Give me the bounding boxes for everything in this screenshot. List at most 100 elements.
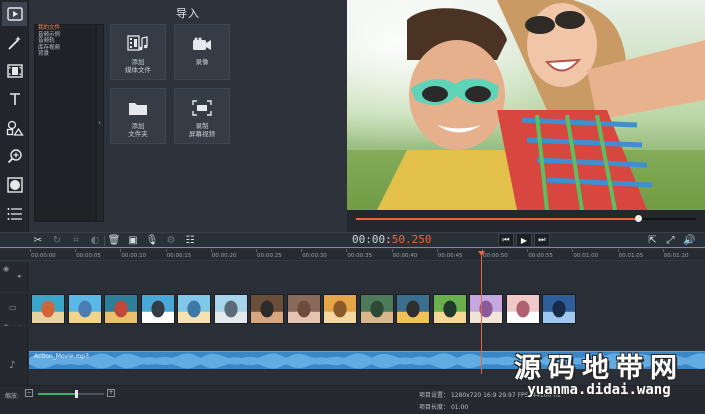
next-button[interactable]: ⏭ <box>534 233 550 247</box>
add-folder-button[interactable]: 添加 文件夹 <box>110 88 166 144</box>
video-clip-thumbnail[interactable] <box>140 294 175 324</box>
fullscreen-icon: ⤢ <box>666 234 675 246</box>
titles-tool-button[interactable] <box>2 87 27 111</box>
zoom-slider-fill <box>38 393 77 395</box>
timecode-display: 00:00:50.250 <box>352 232 432 248</box>
preview-seek-bar[interactable] <box>356 215 696 222</box>
color-icon: ◐ <box>90 235 100 246</box>
video-clip-thumbnail[interactable] <box>359 294 394 324</box>
ruler-tick-label: 00:01:00 <box>573 253 599 259</box>
preview-controls-panel <box>347 210 705 232</box>
crop-button[interactable]: ⌗ <box>69 234 83 247</box>
playhead-line[interactable] <box>481 252 482 374</box>
prev-icon: ⏮ <box>502 235 510 244</box>
video-clip-thumbnail[interactable] <box>177 294 211 324</box>
video-clip-thumbnail[interactable] <box>469 294 503 324</box>
video-clip-thumbnail[interactable] <box>432 294 467 324</box>
ruler-tick-line <box>572 249 574 252</box>
zoom-slider-knob[interactable] <box>75 390 79 398</box>
ruler-tick-label: 00:00:00 <box>31 253 56 259</box>
timeline-ruler[interactable]: 00:00:00 00:00:05 00:00:10 00:00:15 00:00:20… <box>0 249 705 261</box>
video-clip-thumbnail[interactable] <box>505 294 540 324</box>
import-panel: 导入 我的文件 音频示例 音频轨 库存视频 背景 ‹ 添加 媒体文件 录像 添加文… <box>29 0 347 232</box>
ruler-tick-label: 00:00:10 <box>121 253 147 259</box>
record-label: 录像 <box>195 58 209 66</box>
ruler-tick-line <box>346 249 348 252</box>
image-icon: ▣ <box>128 235 138 246</box>
zoom-label: 缩放: <box>5 393 20 400</box>
record-audio-button[interactable]: 🎙 <box>145 234 159 247</box>
import-tool-button[interactable] <box>2 2 27 26</box>
volume-small-icon[interactable]: ◂ <box>17 272 21 280</box>
clip-settings-button[interactable]: ⚙ <box>164 234 178 247</box>
color-adjust-button[interactable]: ◐ <box>88 234 102 247</box>
video-track[interactable] <box>29 293 705 325</box>
import-title: 导入 <box>176 7 200 20</box>
category-item-backgrounds[interactable]: 背景 <box>35 51 95 58</box>
video-clip-thumbnail[interactable] <box>286 294 321 324</box>
export-button[interactable]: ⇱ <box>646 233 659 247</box>
audio-clip-label: Action_Movie.mp3 <box>34 353 89 360</box>
delete-button[interactable]: 🗑 <box>107 234 121 247</box>
image-properties-button[interactable]: ▣ <box>126 234 140 247</box>
audio-track-header: ♪ <box>0 326 28 385</box>
export-icon: ⇱ <box>648 234 657 246</box>
video-clip-thumbnail[interactable] <box>250 294 284 324</box>
seek-knob[interactable] <box>635 215 643 222</box>
ruler-tick-label: 00:00:50 <box>483 253 508 259</box>
watermark-chinese: 源码地带网 <box>514 353 684 384</box>
video-clip-thumbnail[interactable] <box>542 294 576 324</box>
split-button[interactable]: ✂ <box>31 234 45 247</box>
mic-icon: 🎙 <box>145 235 159 246</box>
add-media-files-button[interactable]: 添加 媒体文件 <box>110 24 166 80</box>
watermark-url: yuanma.didai.wang <box>527 382 671 398</box>
video-clip-thumbnail[interactable] <box>104 294 138 324</box>
stabilize-icon <box>6 177 23 193</box>
effects-tool-button[interactable] <box>2 31 27 55</box>
ruler-tick-label: 00:00:40 <box>392 253 418 259</box>
next-icon: ⏭ <box>538 235 546 244</box>
ruler-tick-line <box>436 249 438 252</box>
zoom-out-button[interactable]: − <box>25 389 33 397</box>
record-screen-button[interactable]: 录制 屏幕视频 <box>174 88 230 144</box>
stabilize-tool-button[interactable] <box>2 173 27 197</box>
previous-button[interactable]: ⏮ <box>498 233 514 247</box>
ruler-tick-label: 00:00:45 <box>437 253 463 259</box>
video-clip-thumbnail[interactable] <box>396 294 430 324</box>
eye-icon[interactable]: ◉ <box>3 265 9 273</box>
volume-button[interactable]: 🔊 <box>683 233 696 247</box>
add-media-label-1: 添加 <box>131 58 145 66</box>
music-note-icon: ♪ <box>9 360 16 371</box>
screen-capture-icon <box>192 97 212 119</box>
volume-icon: 🔊 <box>683 234 696 246</box>
record-screen-label-2: 屏幕视频 <box>189 130 215 138</box>
play-button[interactable]: ▶ <box>516 233 532 247</box>
fullscreen-button[interactable]: ⤢ <box>664 233 677 247</box>
ruler-tick-label: 00:00:25 <box>257 253 282 259</box>
menu-icon <box>7 207 23 221</box>
video-clip-thumbnail[interactable] <box>323 294 357 324</box>
settings-label: 项目设置： <box>419 392 450 399</box>
video-preview[interactable] <box>347 0 705 210</box>
zoom-in-button[interactable]: + <box>107 389 115 397</box>
video-clip-thumbnail[interactable] <box>67 294 102 324</box>
stickers-tool-button[interactable] <box>2 116 27 140</box>
ruler-tick-line <box>210 249 212 252</box>
ruler-tick-label: 00:01:05 <box>618 253 644 259</box>
gear-icon: ⚙ <box>166 235 176 246</box>
video-clip-thumbnail[interactable] <box>31 294 65 324</box>
shapes-icon <box>6 120 24 136</box>
play-icon: ▶ <box>520 235 528 245</box>
more-tools-button[interactable] <box>2 202 27 226</box>
rotate-button[interactable]: ↻ <box>50 234 64 247</box>
ruler-tick-line <box>301 249 303 252</box>
zoom-icon <box>7 148 23 164</box>
audio-equalizer-button[interactable]: ☷ <box>183 234 197 247</box>
collapse-panel-icon[interactable]: ‹ <box>98 118 101 127</box>
record-video-button[interactable]: 录像 <box>174 24 230 80</box>
ruler-tick-line <box>662 249 664 252</box>
transitions-tool-button[interactable] <box>2 59 27 83</box>
zoom-tool-button[interactable] <box>2 144 27 168</box>
zoom-slider[interactable] <box>38 390 104 398</box>
video-clip-thumbnail[interactable] <box>213 294 248 324</box>
